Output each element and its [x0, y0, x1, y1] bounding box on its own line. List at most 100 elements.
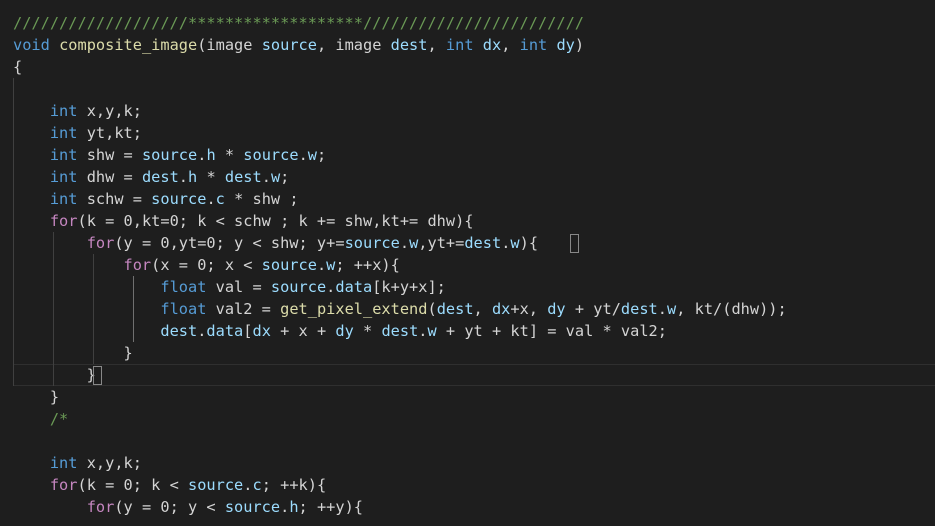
code-line[interactable]: }	[13, 342, 133, 364]
code-token: {	[13, 58, 23, 76]
code-token: w	[510, 234, 520, 252]
code-line[interactable]: for(x = 0; x < source.w; ++x){	[13, 254, 400, 276]
code-token: int	[49, 454, 78, 472]
code-token: c	[215, 190, 225, 208]
code-token: /*	[49, 410, 69, 428]
code-token: for	[49, 212, 78, 230]
code-line[interactable]: for(y = 0; y < source.h; ++y){	[13, 496, 363, 518]
bracket-match-close	[93, 366, 102, 385]
code-token: w	[409, 234, 419, 252]
code-line[interactable]: int dhw = dest.h * dest.w;	[13, 166, 290, 188]
code-line[interactable]: int x,y,k;	[13, 452, 142, 474]
code-token: float	[160, 278, 207, 296]
code-token: dest	[464, 234, 502, 252]
code-token: .	[399, 234, 410, 252]
code-token: }	[13, 388, 60, 406]
code-line[interactable]: void composite_image(image source, image…	[13, 34, 584, 56]
code-token: (k = 0; k <	[77, 476, 188, 494]
code-token: + yt + kt] = val * val2;	[436, 322, 667, 340]
code-token: dx	[491, 300, 511, 318]
code-editor[interactable]: ///////////////////*******************//…	[0, 0, 935, 526]
code-token: dy	[556, 36, 575, 54]
code-token: int	[49, 190, 78, 208]
code-token: get_pixel_extend	[280, 300, 428, 318]
code-token: ; ++y){	[298, 498, 364, 516]
code-token: , kt/(dhw));	[676, 300, 787, 318]
code-token: h	[206, 146, 216, 164]
code-token: void	[13, 36, 50, 54]
code-token: ){	[519, 234, 539, 252]
code-token: dest	[436, 300, 474, 318]
code-token: dest	[620, 300, 658, 318]
current-line-highlight	[13, 364, 935, 386]
code-token: *	[197, 168, 225, 186]
code-line[interactable]: int x,y,k;	[13, 100, 142, 122]
code-token: composite_image	[59, 36, 198, 54]
code-token: dest	[381, 322, 419, 340]
code-token: source	[261, 36, 317, 54]
code-token: .	[178, 168, 189, 186]
code-token: source	[224, 498, 281, 516]
code-line[interactable]: float val2 = get_pixel_extend(dest, dx+x…	[13, 298, 787, 320]
code-token: w	[427, 322, 437, 340]
code-line[interactable]: int yt,kt;	[13, 122, 142, 144]
code-token: .	[418, 322, 428, 340]
code-line[interactable]: dest.data[dx + x + dy * dest.w + yt + kt…	[13, 320, 667, 342]
code-token: *	[215, 146, 244, 164]
code-line[interactable]: }	[13, 386, 59, 408]
code-token: w	[270, 168, 281, 186]
code-token: dy	[335, 322, 354, 340]
code-token: dest	[141, 168, 179, 186]
code-token: ; ++x){	[335, 256, 400, 274]
code-token: float	[160, 300, 207, 318]
code-token: w	[326, 256, 336, 274]
code-token: dx	[482, 36, 502, 54]
code-token: int	[445, 36, 474, 54]
code-token: (y = 0; y <	[114, 498, 225, 516]
code-token: (k = 0,kt=0; k < schw ; k += shw,kt+= dh…	[77, 212, 474, 230]
code-token: data	[206, 322, 244, 340]
code-token: ,	[501, 36, 520, 54]
code-token: shw =	[77, 146, 142, 164]
code-token: for	[123, 256, 152, 274]
code-token: source	[151, 190, 207, 208]
code-token: dhw =	[77, 168, 142, 186]
code-line[interactable]: }	[13, 364, 96, 386]
code-line[interactable]: int shw = source.h * source.w;	[13, 144, 326, 166]
code-token: w	[666, 300, 677, 318]
code-token: *	[353, 322, 382, 340]
code-line[interactable]: ///////////////////*******************//…	[13, 12, 584, 34]
bracket-match-open	[570, 234, 579, 253]
code-token: ; ++k){	[261, 476, 327, 494]
code-token: + x +	[270, 322, 336, 340]
code-token: yt,kt;	[77, 124, 142, 142]
code-token: h	[289, 498, 299, 516]
code-token: [k+y+x];	[372, 278, 446, 296]
code-line[interactable]: /*	[13, 408, 68, 430]
code-token: w	[307, 146, 317, 164]
code-token: int	[49, 124, 78, 142]
code-line[interactable]: int schw = source.c * shw ;	[13, 188, 299, 210]
code-line[interactable]: float val = source.data[k+y+x];	[13, 276, 446, 298]
code-line[interactable]: for(y = 0,yt=0; y < shw; y+=source.w,yt+…	[13, 232, 538, 254]
code-line[interactable]: for(k = 0,kt=0; k < schw ; k += shw,kt+=…	[13, 210, 474, 232]
code-token: }	[13, 344, 133, 362]
code-token: schw =	[77, 190, 152, 208]
code-token: ;	[317, 146, 327, 164]
code-token: dest	[390, 36, 428, 54]
code-line[interactable]: {	[13, 56, 22, 78]
code-token: int	[49, 146, 78, 164]
code-token: int	[49, 168, 78, 186]
code-line[interactable]: for(k = 0; k < source.c; ++k){	[13, 474, 326, 496]
code-token: int	[49, 102, 78, 120]
